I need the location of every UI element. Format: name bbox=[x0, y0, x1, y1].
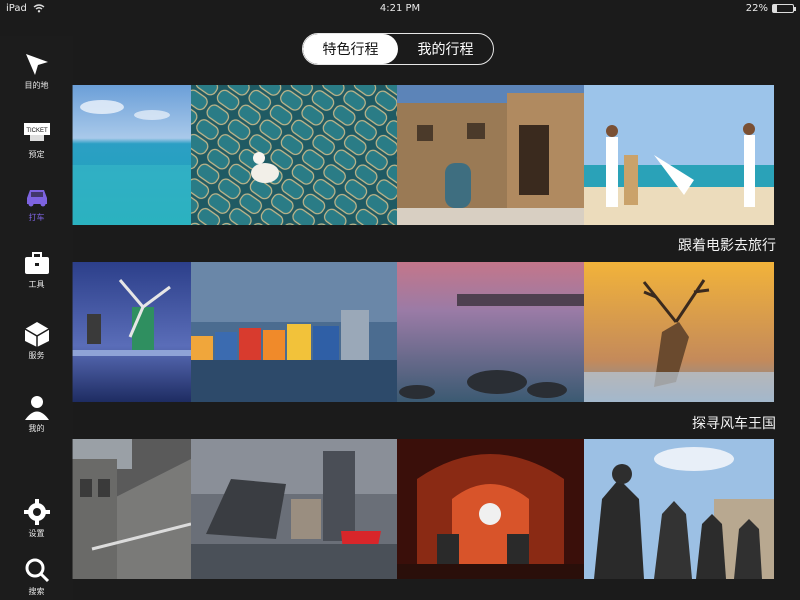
photo-beatles-statues[interactable] bbox=[584, 439, 774, 579]
sidebar-item-services[interactable]: 服务 bbox=[0, 320, 73, 361]
sidebar-item-label: 工具 bbox=[28, 280, 45, 289]
photo-windmill-dusk[interactable] bbox=[72, 262, 191, 402]
paper-plane-icon bbox=[25, 54, 48, 75]
tab-my-trips[interactable]: 我的行程 bbox=[398, 34, 493, 64]
sidebar-item-tools[interactable]: 工具 bbox=[0, 249, 73, 290]
sidebar-item-label: 目的地 bbox=[24, 81, 49, 90]
photo-rocky-shore-sunset[interactable] bbox=[397, 262, 584, 402]
svg-text:TICKET: TICKET bbox=[26, 128, 48, 134]
sidebar-item-label: 预定 bbox=[28, 150, 45, 159]
search-icon bbox=[25, 558, 49, 583]
photo-row-beatles bbox=[72, 439, 776, 579]
photo-ocean-water[interactable] bbox=[72, 85, 191, 225]
toolbox-icon bbox=[24, 252, 49, 274]
gear-icon bbox=[23, 499, 50, 525]
sidebar-item-booking[interactable]: TICKET 预定 bbox=[0, 119, 73, 160]
photo-state-house-facade[interactable] bbox=[72, 439, 191, 579]
sidebar-item-destination[interactable]: 目的地 bbox=[0, 50, 73, 91]
sidebar-item-label: 打车 bbox=[28, 213, 45, 222]
battery-percent: 22% bbox=[745, 3, 768, 14]
person-icon bbox=[24, 396, 49, 420]
car-icon bbox=[26, 190, 47, 207]
ticket-icon: TICKET bbox=[23, 123, 50, 141]
photo-cavern-club-stage[interactable] bbox=[397, 439, 584, 579]
photo-old-stone-building[interactable] bbox=[397, 85, 584, 225]
sidebar-item-label: 服务 bbox=[28, 351, 45, 360]
photo-dock-buildings-red-ship[interactable] bbox=[191, 439, 397, 579]
photo-colorful-waterfront-houses[interactable] bbox=[191, 262, 397, 402]
sidebar-item-label: 设置 bbox=[28, 529, 45, 538]
sidebar-item-search[interactable]: 搜索 bbox=[0, 556, 73, 597]
tab-featured-trips[interactable]: 特色行程 bbox=[303, 34, 398, 64]
sidebar-item-label: 搜索 bbox=[28, 587, 45, 596]
battery-icon bbox=[772, 4, 796, 13]
sidebar-item-settings[interactable]: 设置 bbox=[0, 498, 73, 539]
section-caption-films: 跟着电影去旅行 bbox=[678, 238, 776, 254]
sidebar-item-taxi[interactable]: 打车 bbox=[0, 182, 73, 223]
photo-deer-sunset[interactable] bbox=[584, 262, 774, 402]
photo-row-films bbox=[72, 85, 776, 225]
trip-segmented-control: 特色行程 我的行程 bbox=[302, 33, 494, 65]
sidebar-item-label: 我的 bbox=[28, 424, 45, 433]
status-bar: iPad 4:21 PM 22% bbox=[0, 0, 800, 18]
photo-mosque-prayer-carpet[interactable] bbox=[191, 85, 397, 225]
status-time: 4:21 PM bbox=[379, 3, 421, 14]
battery-fill bbox=[773, 5, 778, 12]
section-caption-windmills: 探寻风车王国 bbox=[692, 416, 776, 432]
photo-beach-capoeira[interactable] bbox=[584, 85, 774, 225]
cube-icon bbox=[24, 322, 49, 347]
photo-row-windmills bbox=[72, 262, 776, 402]
status-bar-right: 22% bbox=[745, 3, 796, 14]
sidebar-nav: 目的地 TICKET 预定 打车 工具 服务 我的 设置 搜索 bbox=[0, 36, 73, 600]
sidebar-item-mine[interactable]: 我的 bbox=[0, 393, 73, 434]
